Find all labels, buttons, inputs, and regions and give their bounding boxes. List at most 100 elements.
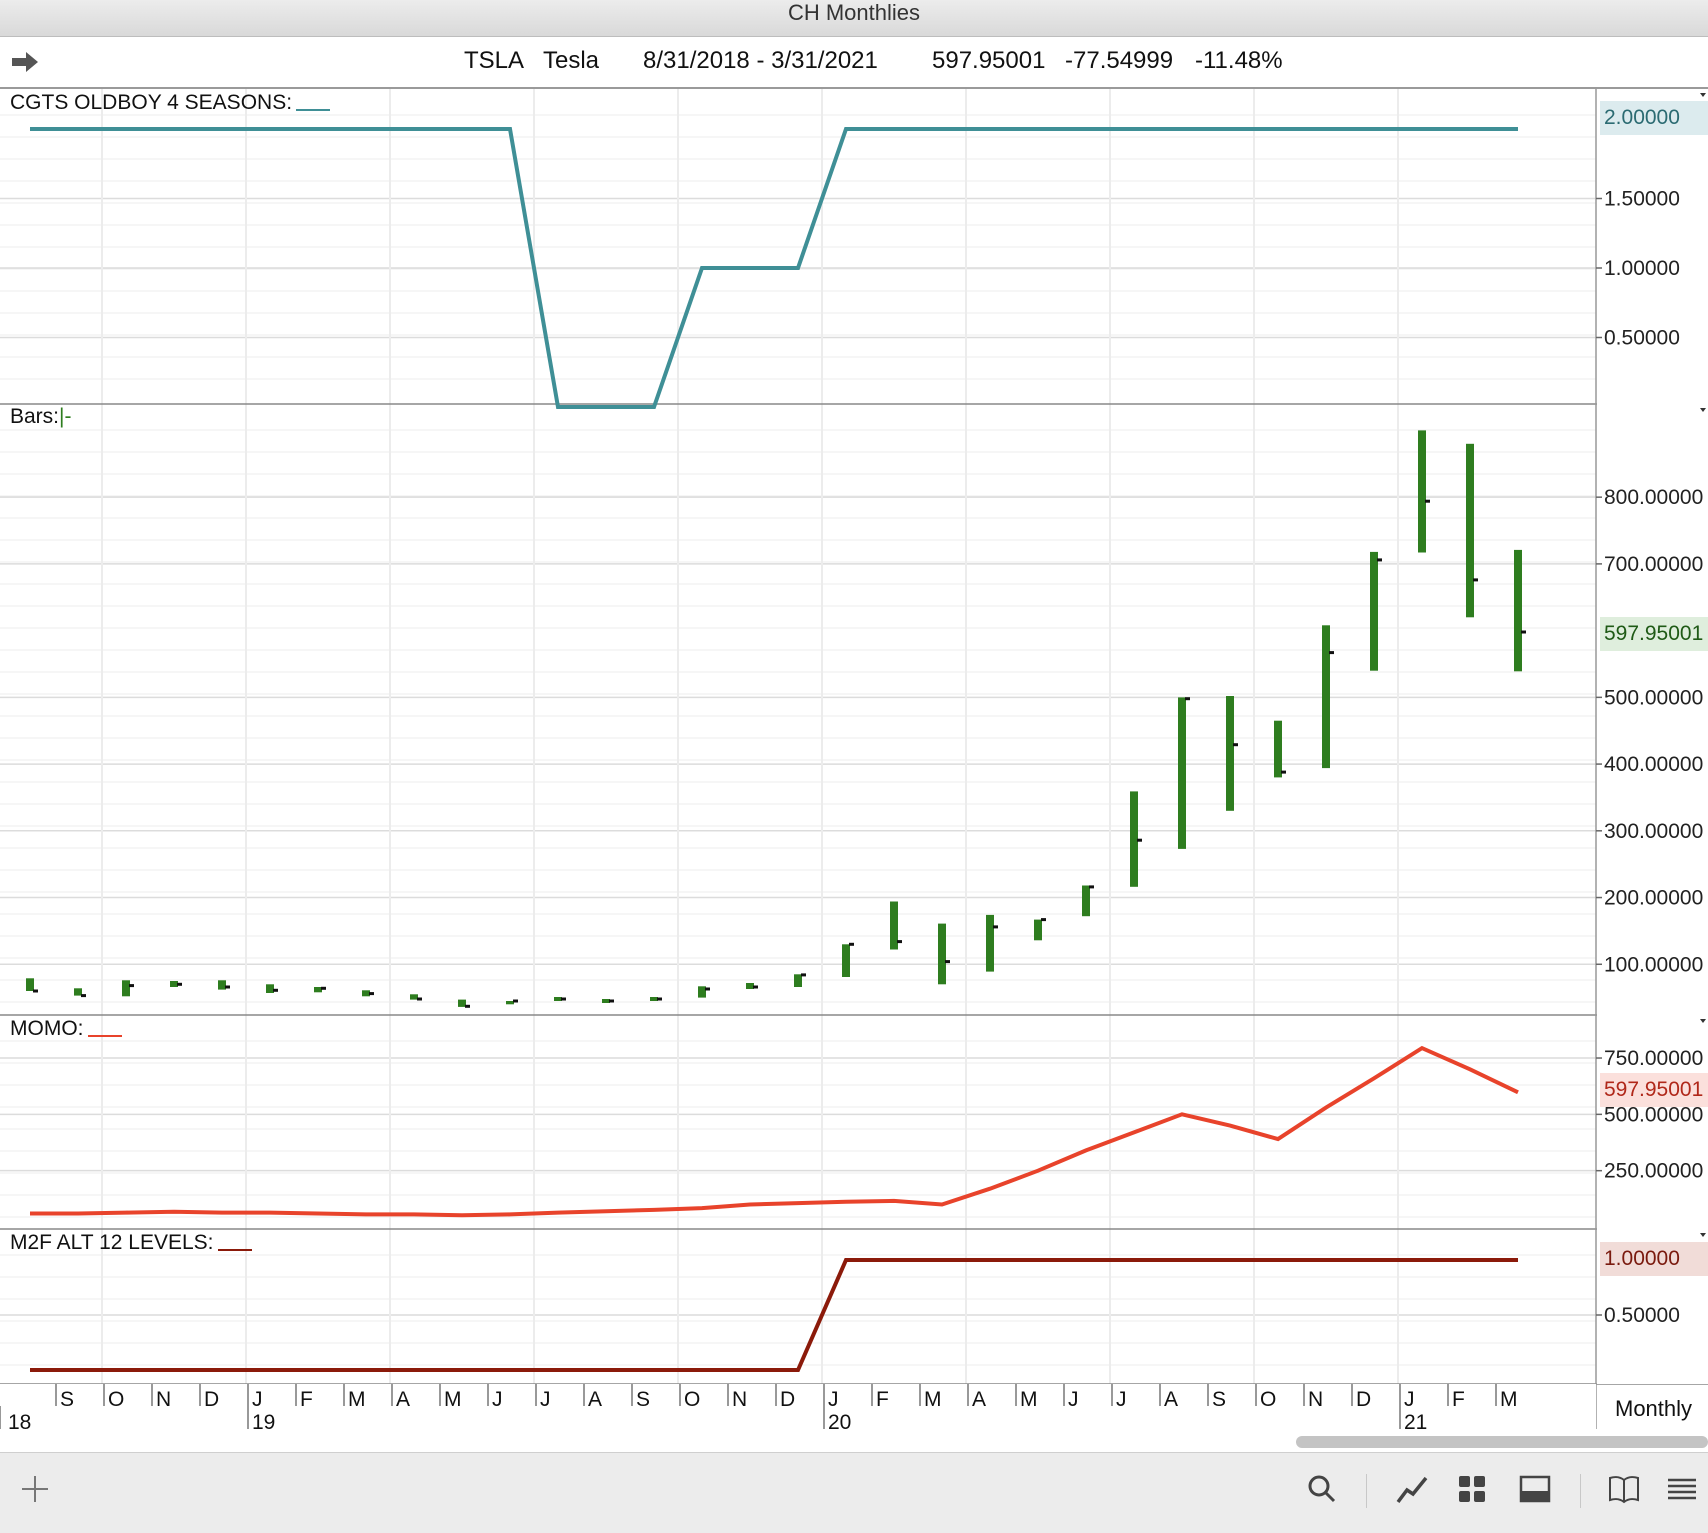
ohlc-bar [890,902,898,950]
period-selector[interactable]: Monthly [1615,1396,1692,1422]
y-tick-label: 750.00000 [1604,1047,1703,1070]
grid-layout-icon[interactable] [1455,1472,1489,1506]
ohlc-close-tick [33,990,38,993]
x-month-label: J [252,1388,263,1411]
ohlc-close-tick [1041,918,1046,921]
x-year-label: 18 [8,1411,31,1429]
ohlc-close-tick [609,1000,614,1003]
symbol-ticker: TSLA [464,47,524,75]
momo-label: MOMO: [10,1017,122,1041]
ohlc-bar [1130,791,1138,886]
chart-area[interactable]: 1.500001.000000.50000800.00000700.000005… [0,89,1708,1429]
ohlc-bar [1514,550,1522,671]
ohlc-close-tick [1233,743,1238,746]
ohlc-bar [1418,430,1426,552]
ohlc-bar [74,988,82,995]
symbol-name: Tesla [543,47,599,75]
y-tick-label: 0.50000 [1604,1304,1680,1327]
x-month-label: A [972,1388,986,1411]
ohlc-bar [746,983,754,989]
ohlc-bar [986,915,994,972]
search-icon[interactable] [1305,1472,1339,1506]
ohlc-close-tick [81,994,86,997]
x-month-label: M [348,1388,366,1411]
ohlc-close-tick [1425,500,1430,503]
x-month-label: A [588,1388,602,1411]
ohlc-close-tick [1377,558,1382,561]
x-month-label: J [1404,1388,1415,1411]
x-month-label: J [540,1388,551,1411]
ohlc-close-tick [465,1005,470,1008]
ohlc-close-tick [513,1000,518,1003]
x-axis: SONDJFMAMJJASONDJFMAMJJASONDJFM18192021 [0,1384,1708,1429]
ohlc-bar [314,987,322,992]
x-month-label: O [108,1388,124,1411]
arrow-right-icon[interactable] [10,49,40,75]
y-tick-label: 1.00000 [1604,257,1680,280]
line-chart-icon[interactable] [1395,1472,1429,1506]
x-year-label: 21 [1404,1411,1427,1429]
x-month-label: M [444,1388,462,1411]
ohlc-bar [218,980,226,989]
x-month-label: J [1068,1388,1079,1411]
ohlc-bar [1274,721,1282,778]
x-month-label: M [924,1388,942,1411]
x-month-label: O [1260,1388,1276,1411]
ohlc-close-tick [1329,651,1334,654]
x-year-label: 20 [828,1411,851,1429]
ohlc-bar [1322,625,1330,768]
ohlc-close-tick [1521,631,1526,634]
horizontal-scrollbar[interactable] [1296,1436,1708,1448]
x-month-label: S [636,1388,650,1411]
price-change: -77.54999 [1065,47,1173,75]
price-change-pct: -11.48% [1195,47,1283,75]
ohlc-bar [698,986,706,997]
x-month-label: O [684,1388,700,1411]
ohlc-bar [362,990,370,996]
x-year-label: 19 [252,1411,275,1429]
x-month-label: F [876,1388,889,1411]
x-month-label: M [1020,1388,1038,1411]
ohlc-bar [122,980,130,996]
ohlc-close-tick [753,986,758,989]
ohlc-close-tick [1089,885,1094,888]
ohlc-close-tick [1281,771,1286,774]
x-month-label: N [732,1388,747,1411]
ohlc-bar [1034,920,1042,941]
ohlc-close-tick [801,973,806,976]
bars-label: Bars:|- [10,405,71,429]
ohlc-close-tick [369,992,374,995]
ohlc-close-tick [993,925,998,928]
y-tick-label: 0.50000 [1604,327,1680,350]
y-tick-label: 500.00000 [1604,686,1703,709]
symbol-info-bar: TSLA Tesla 8/31/2018 - 3/31/2021 597.950… [0,37,1708,89]
seasons-value-badge: 2.00000 [1600,101,1708,135]
ohlc-close-tick [273,989,278,992]
y-tick-label: 1.50000 [1604,188,1680,211]
ohlc-close-tick [1473,578,1478,581]
x-month-label: D [1356,1388,1371,1411]
ohlc-bar [794,974,802,987]
ohlc-close-tick [657,998,662,1001]
x-month-label: F [300,1388,313,1411]
ohlc-bar [1082,886,1090,917]
ohlc-close-tick [1137,839,1142,842]
menu-icon[interactable] [1665,1472,1699,1506]
x-month-label: J [1116,1388,1127,1411]
panel-icon[interactable] [1518,1472,1552,1506]
ohlc-close-tick [561,998,566,1001]
seasons-label: CGTS OLDBOY 4 SEASONS: [10,91,330,115]
ohlc-bar [842,944,850,977]
x-month-label: M [1500,1388,1518,1411]
ohlc-bar [602,999,610,1003]
book-icon[interactable] [1607,1472,1641,1506]
ohlc-bar [1226,696,1234,811]
ohlc-bar [506,1001,514,1004]
y-tick-label: 100.00000 [1604,953,1703,976]
add-icon[interactable] [18,1472,52,1506]
ohlc-bar [1370,552,1378,671]
ohlc-close-tick [897,940,902,943]
price-axis-background [1597,89,1708,1384]
ohlc-bar [26,978,34,991]
ohlc-close-tick [225,986,230,989]
